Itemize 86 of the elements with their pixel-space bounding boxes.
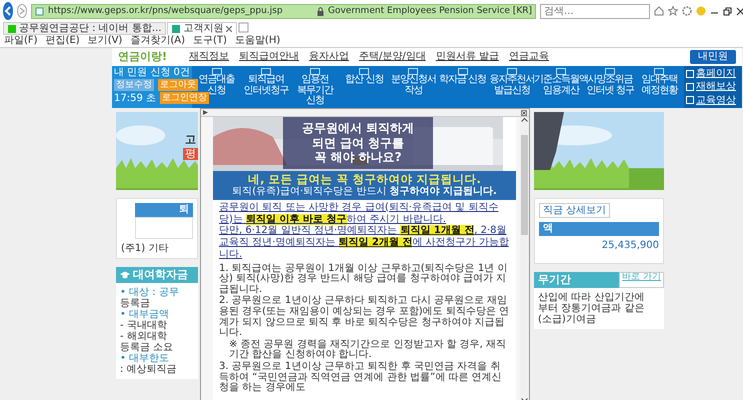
info-line: • 대부한도 bbox=[120, 353, 170, 364]
nav-link[interactable]: 융자사업 bbox=[309, 51, 350, 63]
close-icon[interactable] bbox=[736, 6, 743, 16]
info-line: 등록금 소요 bbox=[120, 342, 174, 354]
search-field[interactable]: 검색... bbox=[540, 4, 650, 18]
info-line: • 대상 : 공무 bbox=[120, 287, 180, 298]
info-line: : 예상퇴직금 bbox=[120, 364, 178, 376]
list-item: 2. 공무원으로 1년이상 근무하다 퇴직하고 다시 공무원으로 재임용된 경우(또는 재임용이 예상되는 경우 포함)에도 퇴직수당은 연계가 되지 않으므로 퇴직 후 바로 퇴직수당은 청구하여야 지급됩니다. bbox=[219, 296, 510, 339]
banner-subheading: 퇴직(유족)급여·퇴직수당은 반드시 청구하여야 지급됩니다. bbox=[231, 186, 498, 198]
quick-menu-item[interactable]: 기준소득월액 임용계산 bbox=[536, 66, 586, 108]
menu-item[interactable]: 도구(T) bbox=[193, 35, 227, 47]
document-icon bbox=[310, 68, 320, 75]
side-link[interactable]: 홈페이지 bbox=[686, 68, 740, 80]
quick-menu-item[interactable]: 학자금 신청 bbox=[438, 66, 488, 108]
banner-tag: 평 bbox=[183, 148, 198, 160]
menu-item[interactable]: 파일(F) bbox=[4, 35, 38, 47]
close-icon[interactable] bbox=[521, 110, 527, 116]
document-icon bbox=[556, 68, 566, 75]
settings-icon[interactable] bbox=[682, 6, 692, 16]
headline-line: 꼭 해야 하나요? bbox=[313, 150, 403, 165]
document-icon bbox=[408, 68, 418, 75]
table-body bbox=[135, 216, 193, 238]
section-title: 무기간 bbox=[534, 272, 620, 288]
note-paragraph: ※ 종전 공무원 경력을 재직기간으로 인정받고자 할 경우, 재직기간 합산을 신청하여야 합니다. bbox=[228, 340, 507, 362]
nav-link[interactable]: 민원서류 발급 bbox=[436, 51, 499, 63]
info-line: 산입에 따라 산입기간에 bbox=[538, 292, 646, 304]
play-icon[interactable] bbox=[203, 110, 208, 115]
menu-item[interactable]: 즐겨찾기(A) bbox=[130, 35, 185, 47]
restore-icon[interactable] bbox=[723, 6, 732, 16]
page-icon bbox=[35, 6, 44, 16]
side-link[interactable]: 재해보상 bbox=[686, 81, 740, 93]
graduation-cap-icon bbox=[120, 270, 130, 279]
nav-link[interactable]: 연금교육 bbox=[508, 51, 549, 63]
table-header: 액 bbox=[539, 222, 659, 236]
session-timer: 17:59 초 bbox=[114, 92, 156, 104]
info-line: • 대부금액 bbox=[120, 309, 170, 320]
document-icon bbox=[506, 68, 517, 75]
document-icon bbox=[212, 68, 222, 75]
side-link[interactable]: 교육영상 bbox=[686, 94, 740, 106]
request-count: 내 민원 신청 0건 bbox=[114, 67, 190, 78]
scrollbar-thumb[interactable] bbox=[521, 135, 528, 235]
menu-item[interactable]: 편집(E) bbox=[46, 35, 80, 47]
banner-text: 고 bbox=[185, 134, 196, 146]
quick-menu-item[interactable]: 퇴직급여 인터넷청구 bbox=[241, 66, 290, 108]
list-item: 3. 공무원으로 1년이상 근무하고 퇴직한 후 국민연금 자격을 취득하여 “국민연금과 직역연금 연계에 관한 법률”에 따른 연계신청을 하는 경우에도 bbox=[219, 362, 503, 394]
document-icon bbox=[458, 68, 468, 75]
document-icon bbox=[654, 68, 664, 75]
home-icon[interactable] bbox=[654, 6, 664, 16]
page-icon bbox=[8, 24, 16, 32]
info-line: - 해외대학 bbox=[120, 331, 168, 342]
section-title: 대여학자금 bbox=[133, 268, 188, 282]
browser-tab[interactable]: 공무원연금공단 : 네이버 통합... bbox=[3, 22, 166, 35]
document-icon bbox=[260, 68, 271, 75]
nav-link[interactable]: 주택/분양/임대 bbox=[359, 51, 426, 63]
star-icon[interactable] bbox=[668, 6, 678, 16]
amount-value: 25,435,900 bbox=[600, 240, 659, 250]
footnote: (주1) 기타 bbox=[121, 242, 170, 254]
info-line: - 국내대학 bbox=[120, 320, 168, 332]
address-bar[interactable]: https://www.geps.or.kr/pns/websquare/geps_ppu.jsp Government Employees Pension Service [KR] bbox=[31, 4, 536, 18]
browser-tab[interactable]: 고객지원 bbox=[167, 22, 238, 35]
quick-menu-item[interactable]: 분양신청서 작성 bbox=[388, 66, 438, 108]
quick-menu-item[interactable]: 합산 신청 bbox=[340, 66, 389, 108]
info-line: (소급)기여금 bbox=[538, 314, 597, 326]
scroll-up-icon[interactable] bbox=[521, 117, 528, 122]
page-icon bbox=[172, 24, 180, 32]
headline-line: 되면 급여 청구를 bbox=[310, 136, 406, 150]
notice-paragraph: 단만, 6·12월 일반직 정년·명예퇴직자는 퇴직일 1개월 전, 2·8월 교육직 정년·명예퇴직자는 퇴직일 2개월 전에 사전청구가 가능합니다. bbox=[219, 225, 510, 261]
info-line: 등록금 bbox=[120, 298, 151, 310]
table-header: 퇴 bbox=[135, 203, 193, 216]
my-requests-button[interactable]: 내민원 bbox=[690, 50, 736, 64]
back-button[interactable] bbox=[3, 2, 13, 20]
nav-link[interactable]: 퇴직급여안내 bbox=[239, 51, 300, 63]
quick-menu-item[interactable]: 임용전 복무기간 신청 bbox=[290, 66, 340, 108]
headline-line: 공무원에서 퇴직하게 bbox=[300, 121, 416, 136]
document-icon bbox=[605, 68, 616, 75]
close-icon[interactable] bbox=[226, 26, 232, 32]
info-line: 부터 장통기여금과 같은 bbox=[538, 303, 646, 314]
document-icon bbox=[359, 68, 370, 75]
detail-button[interactable]: 직금 상세보기 bbox=[539, 203, 610, 218]
list-item: 1. 퇴직급여는 공무원이 1개월 이상 근무하고(퇴직수당은 1년 이상) 퇴직(사망)한 경우 반드시 해당 급여를 청구하여야 급여가 지급됩니다. bbox=[219, 264, 508, 296]
quick-menu-item[interactable]: 임대주택 예정현황 bbox=[634, 66, 684, 108]
nav-link[interactable]: 재직정보 bbox=[189, 51, 230, 63]
lock-icon bbox=[316, 6, 324, 16]
banner-heading: 네, 모든 급여는 꼭 청구하여야 지급됩니다. bbox=[247, 173, 482, 186]
menu-item[interactable]: 보기(V) bbox=[88, 35, 122, 47]
menu-item[interactable]: 도움말(H) bbox=[234, 35, 280, 47]
